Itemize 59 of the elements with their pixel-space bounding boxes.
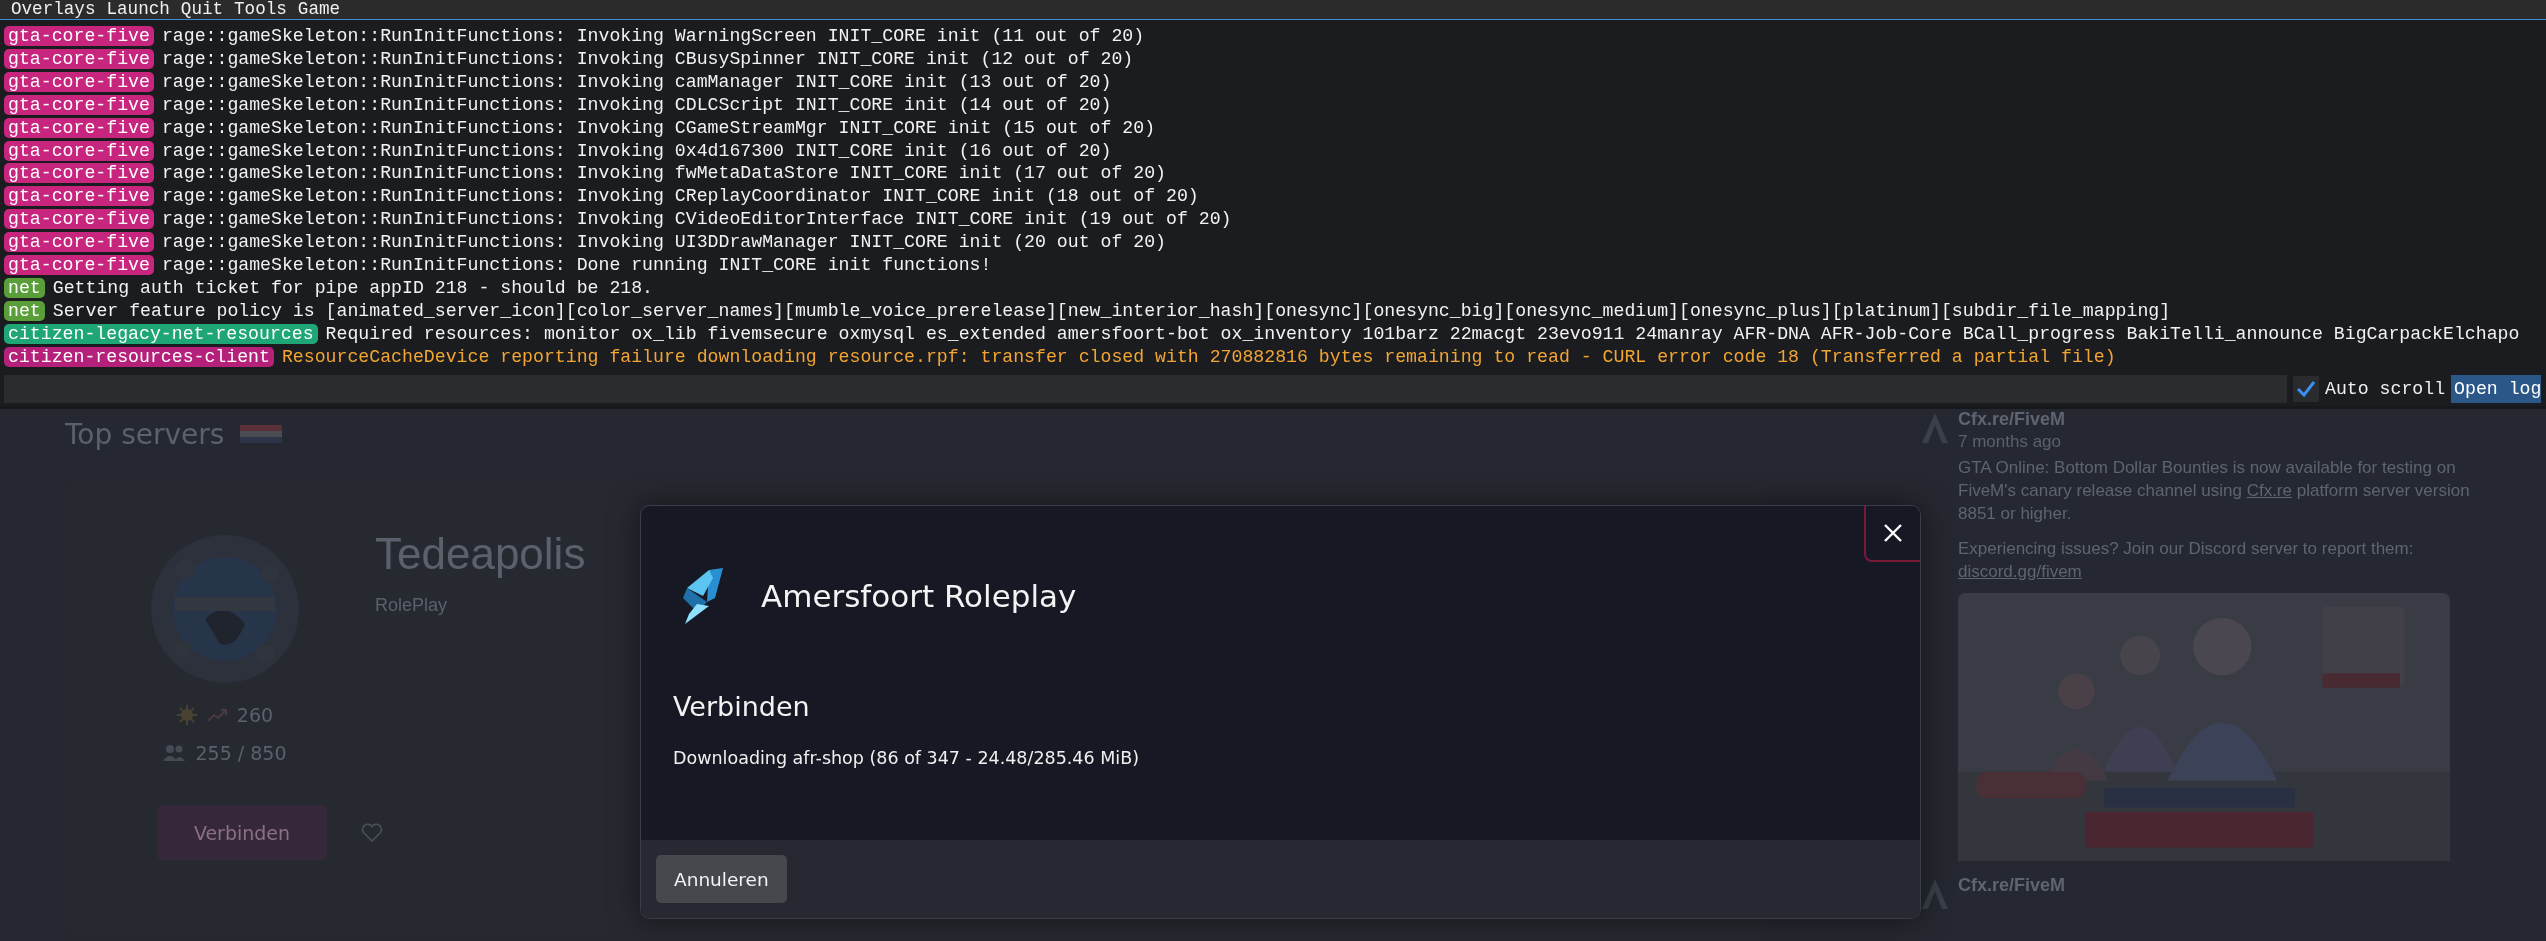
log-message: rage::gameSkeleton::RunInitFunctions: Invoking camManager INIT_CORE init (13 out of 20) [161, 71, 1112, 92]
log-tag: gta-core-five [4, 163, 154, 184]
server-name: Tedeapolis [375, 529, 586, 579]
log-message: rage::gameSkeleton::RunInitFunctions: Invoking WarningScreen INIT_CORE init (11 out of 20) [161, 26, 1145, 47]
news-author: Cfx.re/FiveM [1958, 409, 2067, 430]
log-tag: gta-core-five [4, 232, 154, 253]
open-log-button[interactable]: Open log [2451, 375, 2542, 403]
log-message: Getting auth ticket for pipe appID 218 - should be 218. [52, 277, 654, 298]
log-tag: citizen-legacy-net-resources [4, 323, 318, 344]
log-message: Required resources: monitor ox_lib fivemsecure oxmysql es_extended amersfoort-bot ox_inventory 101barz 22macgt 23evo911 24manray AFR-DNA AFR-Job-Core BCall_progress BakiTelli_announce BigCarpackElchapo [325, 323, 2520, 344]
boost-count: 260 [236, 704, 274, 726]
sun-icon [176, 705, 197, 725]
news-author: Cfx.re/FiveM [1958, 875, 2067, 896]
trending-up-icon [206, 708, 227, 722]
news-paragraph: Experiencing issues? Join our Discord server to report them: discord.gg/fivem [1958, 538, 2415, 583]
menu-item[interactable]: Overlays [11, 0, 96, 19]
log-message: rage::gameSkeleton::RunInitFunctions: Done running INIT_CORE init functions! [161, 255, 992, 275]
log-tag: gta-core-five [4, 140, 154, 161]
log-tag: net [4, 277, 45, 298]
log-message: rage::gameSkeleton::RunInitFunctions: Invoking CGameStreamMgr INIT_CORE init (15 out of 20) [161, 117, 1156, 138]
cfx-logo-icon [1920, 411, 1950, 445]
menu-item[interactable]: Tools [234, 0, 287, 19]
cancel-button[interactable]: Annuleren [656, 855, 787, 903]
news-paragraph: GTA Online: Bottom Dollar Bounties is now available for testing on FiveM's canary release channel using Cfx.re platform server version 8851 or higher. [1958, 457, 2471, 525]
flag-icon [240, 425, 283, 443]
log-message: rage::gameSkeleton::RunInitFunctions: Invoking CReplayCoordinator INIT_CORE init (18 out of 20) [161, 186, 1199, 207]
log-message: ResourceCacheDevice reporting failure downloading resource.rpf: transfer closed with 270882816 bytes remaining to read - CURL error code 18 (Transferred a partial file) [281, 346, 2116, 367]
menu-item[interactable]: Game [297, 0, 341, 19]
log-message: Server feature policy is [animated_server_icon][color_server_names][mumble_voice_prerelease][new_interior_hash][onesync][onesync_big][onesync_medium][onesync_plus][platinum][subdir_file_mapping] [52, 300, 2171, 321]
log-message: rage::gameSkeleton::RunInitFunctions: Invoking fwMetaDataStore INIT_CORE init (17 out of 20) [161, 163, 1166, 184]
log-tag: gta-core-five [4, 94, 154, 115]
log-message: rage::gameSkeleton::RunInitFunctions: Invoking CVideoEditorInterface INIT_CORE init (19 out of 20) [161, 209, 1232, 230]
log-message: rage::gameSkeleton::RunInitFunctions: Invoking CDLCScript INIT_CORE init (14 out of 20) [161, 94, 1112, 115]
log-tag: gta-core-five [4, 48, 154, 69]
menu-item[interactable]: Launch [106, 0, 170, 19]
dialog-title: Verbinden [673, 691, 811, 722]
log-message: rage::gameSkeleton::RunInitFunctions: Invoking 0x4d167300 INIT_CORE init (16 out of 20) [161, 140, 1112, 161]
log-tag: gta-core-five [4, 186, 154, 207]
log-tag: gta-core-five [4, 26, 154, 47]
menu-item[interactable]: Quit [180, 0, 224, 19]
download-status: Downloading afr-shop (86 of 347 - 24.48/285.46 MiB) [673, 748, 1140, 768]
server-name: Amersfoort Roleplay [761, 578, 1077, 614]
log-tag: gta-core-five [4, 209, 154, 230]
people-icon [163, 745, 186, 761]
server-tag: RolePlay [375, 595, 586, 616]
player-count: 255 / 850 [195, 742, 287, 764]
checkbox-label: Auto scroll [2325, 379, 2446, 399]
close-icon [1883, 523, 1903, 543]
section-title: Top servers [65, 417, 225, 451]
log-message: rage::gameSkeleton::RunInitFunctions: Invoking UI3DDrawManager INIT_CORE init (20 out of 20) [161, 232, 1166, 253]
close-button[interactable] [1864, 506, 1920, 562]
news-time: 7 months ago [1958, 432, 2062, 452]
log-message: rage::gameSkeleton::RunInitFunctions: Invoking CBusySpinner INIT_CORE init (12 out of 20) [161, 48, 1134, 69]
log-tag: gta-core-five [4, 71, 154, 92]
checkbox[interactable] [2293, 376, 2319, 402]
log-tag: citizen-resources-client [4, 346, 274, 367]
log-tag: net [4, 300, 45, 321]
log-tag: gta-core-five [4, 117, 154, 138]
log-tag: gta-core-five [4, 255, 154, 275]
